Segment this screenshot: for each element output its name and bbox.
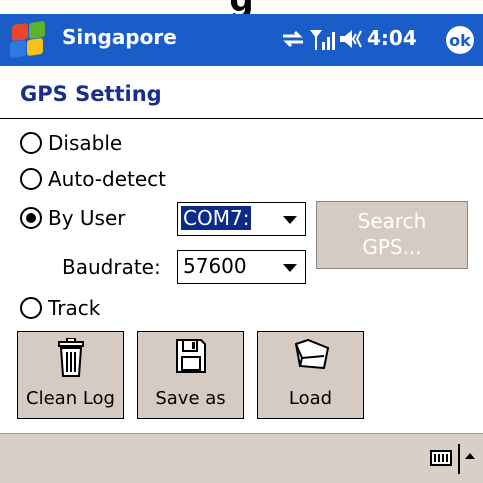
- signal-icon[interactable]: [309, 28, 335, 58]
- keyboard-icon[interactable]: [430, 450, 452, 466]
- floppy-disk-icon: [175, 338, 207, 378]
- chevron-up-icon[interactable]: [465, 453, 475, 459]
- search-gps-label-line2: GPS...: [362, 235, 422, 259]
- windows-start-icon[interactable]: [10, 20, 46, 59]
- volume-icon[interactable]: [338, 28, 364, 56]
- radio-disable[interactable]: Disable: [20, 131, 122, 155]
- search-gps-button[interactable]: Search GPS...: [316, 201, 468, 269]
- load-button[interactable]: Load: [257, 331, 364, 419]
- clean-log-label: Clean Log: [26, 388, 115, 409]
- open-folder-icon: [292, 338, 330, 376]
- radio-by-user-label: By User: [48, 206, 126, 230]
- sync-icon[interactable]: [281, 28, 305, 56]
- radio-track-label: Track: [48, 296, 101, 320]
- baudrate-label: Baudrate:: [62, 255, 161, 279]
- ok-label: ok: [449, 30, 471, 50]
- chevron-down-icon[interactable]: [283, 264, 297, 272]
- radio-track-circle[interactable]: [20, 297, 42, 319]
- radio-disable-label: Disable: [48, 131, 123, 155]
- save-as-button[interactable]: Save as: [137, 331, 244, 419]
- radio-by-user[interactable]: By User: [20, 206, 126, 230]
- radio-auto-detect[interactable]: Auto-detect: [20, 167, 166, 191]
- baudrate-value: 57600: [183, 254, 247, 278]
- clock[interactable]: 4:04: [367, 26, 417, 50]
- search-gps-label-line1: Search: [357, 209, 427, 233]
- clean-log-button[interactable]: Clean Log: [17, 331, 124, 419]
- divider: [458, 444, 460, 474]
- radio-disable-circle[interactable]: [20, 132, 42, 154]
- menu-bar: [0, 433, 483, 483]
- app-title[interactable]: Singapore: [62, 25, 177, 49]
- cropped-title-text: g: [229, 0, 253, 14]
- baudrate-dropdown[interactable]: 57600: [177, 250, 306, 284]
- radio-track[interactable]: Track: [20, 296, 100, 320]
- radio-by-user-circle[interactable]: [20, 207, 42, 229]
- cropped-title: g: [0, 0, 483, 14]
- title-bar: Singapore 4:04 ok: [0, 14, 483, 66]
- page-title: GPS Setting: [20, 82, 162, 106]
- trash-icon: [57, 337, 85, 382]
- save-as-label: Save as: [155, 388, 226, 409]
- chevron-down-icon[interactable]: [283, 216, 297, 224]
- load-label: Load: [288, 388, 333, 409]
- header-divider: [0, 118, 483, 119]
- com-port-value: COM7:: [179, 205, 253, 231]
- com-port-dropdown[interactable]: COM7:: [177, 202, 306, 236]
- ok-button[interactable]: ok: [446, 26, 474, 54]
- radio-auto-detect-label: Auto-detect: [48, 167, 167, 191]
- radio-auto-detect-circle[interactable]: [20, 168, 42, 190]
